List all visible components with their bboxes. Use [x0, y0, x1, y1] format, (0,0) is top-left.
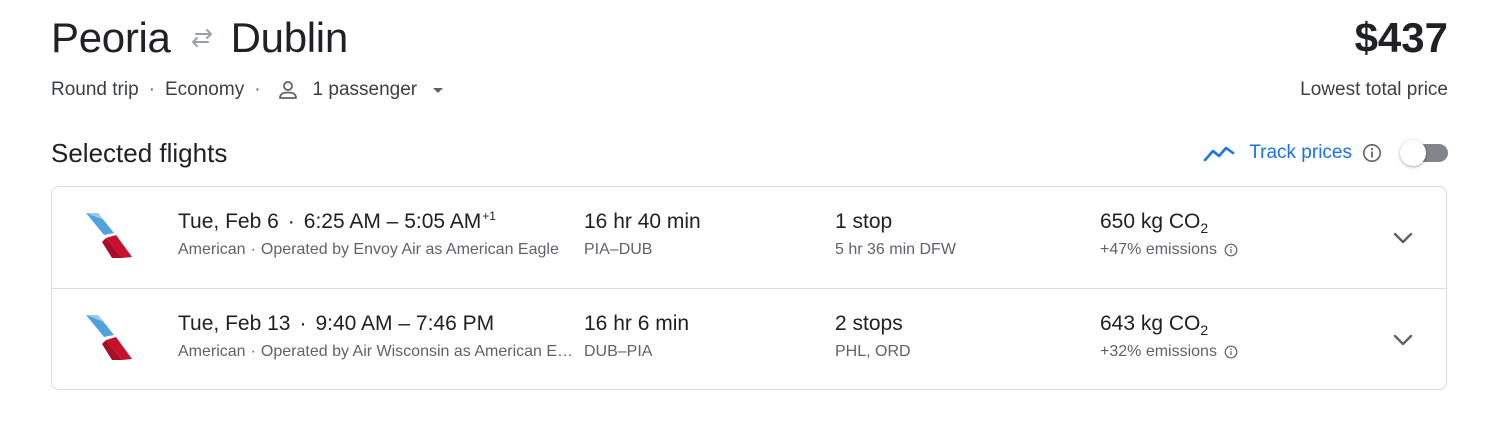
info-icon[interactable] — [1224, 243, 1238, 257]
route-title: Peoria Dublin — [51, 12, 348, 64]
passenger-selector[interactable]: 1 passenger — [271, 79, 446, 101]
separator-dot: · — [148, 79, 155, 100]
info-icon[interactable] — [1224, 345, 1238, 359]
operator-info: Operated by Envoy Air as American Eagle — [260, 241, 559, 258]
emissions-percent: +32% emissions — [1100, 341, 1238, 363]
total-price: $437 — [1354, 14, 1448, 61]
flight-duration: 16 hr 40 min — [584, 210, 701, 233]
flight-times: Tue, Feb 6 · 6:25 AM – 5:05 AM+1 — [178, 209, 496, 233]
airline-info: American · Operated by Air Wisconsin as Am… — [178, 341, 578, 363]
flight-date: Tue, Feb 6 — [178, 210, 279, 233]
emissions-amount: 643 kg CO — [1100, 312, 1201, 335]
swap-arrows-icon — [191, 29, 212, 47]
emissions-subscript: 2 — [1200, 220, 1209, 237]
trend-line-icon — [1203, 146, 1235, 162]
origin-city: Peoria — [51, 14, 171, 61]
airline-info: American · Operated by Envoy Air as Americ… — [178, 239, 578, 261]
expand-button[interactable] — [1388, 223, 1418, 253]
cabin-class-label: Economy — [165, 79, 245, 100]
toggle-knob — [1400, 140, 1426, 166]
american-airlines-logo-icon — [86, 315, 132, 360]
departure-time: 6:25 AM — [303, 210, 381, 233]
flight-times: Tue, Feb 13 · 9:40 AM – 7:46 PM — [178, 312, 495, 335]
separator-dot: · — [299, 312, 307, 335]
operator-info: Operated by Air Wisconsin as American Ea… — [260, 343, 578, 360]
flight-row-return[interactable]: Tue, Feb 13 · 9:40 AM – 7:46 PM American · O… — [52, 289, 1446, 389]
separator-dot: · — [287, 210, 295, 233]
track-prices: Track prices — [1203, 136, 1448, 170]
emissions-percent-label: +47% emissions — [1100, 241, 1217, 258]
trip-type-label: Round trip — [51, 79, 139, 100]
trip-options: Round trip · Economy · 1 passenger — [51, 77, 445, 103]
emissions-amount: 650 kg CO — [1100, 210, 1201, 233]
flight-duration: 16 hr 6 min — [584, 312, 690, 335]
airline-name: American — [178, 241, 246, 258]
price-caption: Lowest total price — [1300, 79, 1448, 100]
emissions-subscript: 2 — [1200, 322, 1209, 339]
info-icon[interactable] — [1362, 143, 1382, 163]
destination-city: Dublin — [230, 14, 349, 61]
layover-info: 5 hr 36 min DFW — [835, 241, 956, 258]
emissions-value: 643 kg CO2 — [1100, 309, 1208, 339]
arrival-time: 7:46 PM — [415, 312, 495, 335]
layover-info: PHL, ORD — [835, 343, 911, 360]
emissions-percent: +47% emissions — [1100, 239, 1238, 261]
stops-count: 2 stops — [835, 312, 903, 335]
arrival-time: 5:05 AM — [404, 210, 482, 233]
american-airlines-logo-icon — [86, 213, 132, 258]
flight-date: Tue, Feb 13 — [178, 312, 291, 335]
airline-name: American — [178, 343, 246, 360]
chevron-down-icon — [1393, 334, 1413, 346]
flight-summary-page: Peoria Dublin $437 Round trip · Economy … — [0, 0, 1500, 422]
departure-time: 9:40 AM — [315, 312, 393, 335]
selected-flights-card: Tue, Feb 6 · 6:25 AM – 5:05 AM+1 American ·… — [51, 186, 1447, 390]
chevron-down-icon — [1393, 232, 1413, 244]
section-title: Selected flights — [51, 138, 228, 168]
track-prices-toggle[interactable] — [1400, 138, 1448, 168]
expand-button[interactable] — [1388, 325, 1418, 355]
route-airports: DUB–PIA — [584, 343, 653, 360]
route-airports: PIA–DUB — [584, 241, 653, 258]
track-prices-label[interactable]: Track prices — [1249, 142, 1352, 164]
separator-dot: · — [250, 343, 256, 360]
separator-dot: · — [250, 241, 256, 258]
flight-row-outbound[interactable]: Tue, Feb 6 · 6:25 AM – 5:05 AM+1 American ·… — [52, 187, 1446, 289]
day-offset: +1 — [482, 209, 496, 223]
caret-down-icon — [433, 88, 444, 93]
passenger-count: 1 passenger — [312, 79, 418, 100]
person-icon — [278, 81, 297, 99]
emissions-value: 650 kg CO2 — [1100, 207, 1208, 237]
stops-count: 1 stop — [835, 210, 893, 233]
separator-dot: · — [254, 79, 261, 100]
emissions-percent-label: +32% emissions — [1100, 343, 1217, 360]
